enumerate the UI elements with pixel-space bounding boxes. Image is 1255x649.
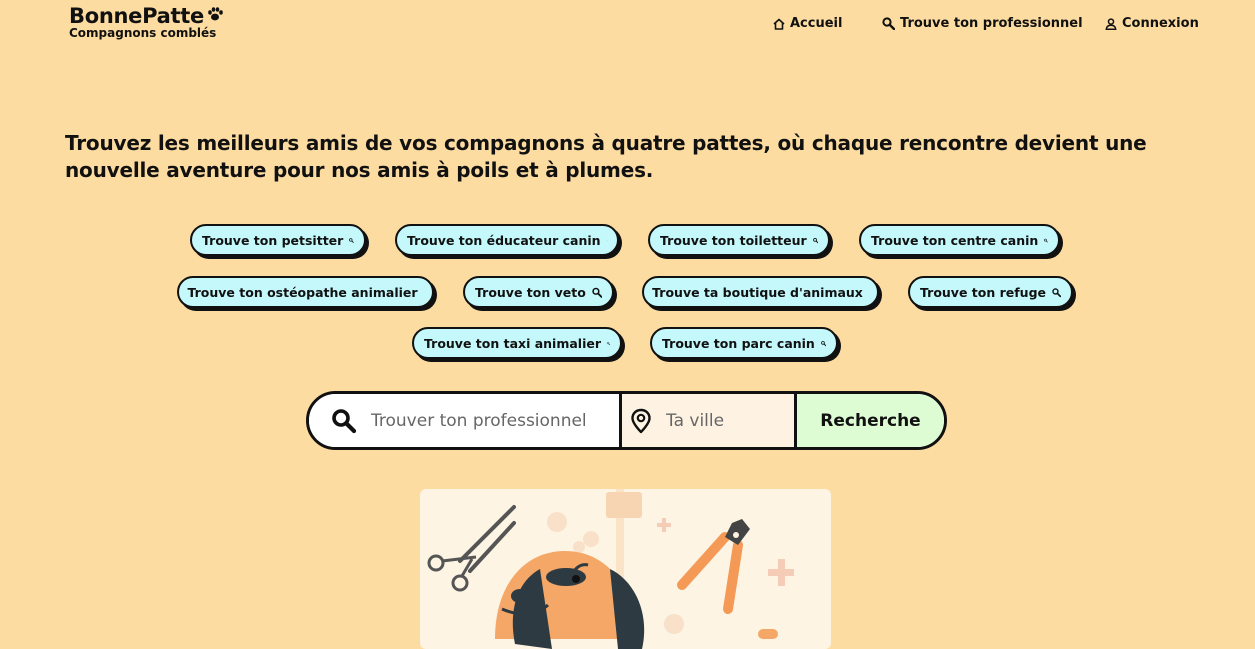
category-label: Trouve ta boutique d'animaux	[652, 285, 863, 300]
category-label: Trouve ton centre canin	[871, 233, 1038, 248]
search-icon	[607, 337, 610, 350]
search-icon	[592, 286, 602, 299]
category-pill-veto[interactable]: Trouve ton veto	[463, 276, 614, 308]
category-label: Trouve ton parc canin	[662, 336, 815, 351]
category-pill-osteopathe[interactable]: Trouve ton ostéopathe animalier	[177, 276, 434, 308]
search-icon	[349, 234, 354, 247]
city-field[interactable]	[622, 394, 797, 447]
location-pin-icon	[630, 408, 652, 434]
hero-headline: Trouvez les meilleurs amis de vos compag…	[65, 130, 1165, 184]
user-icon	[1105, 18, 1117, 30]
nav-find-professional[interactable]: Trouve ton professionnel	[882, 16, 1083, 31]
nav-login-label: Connexion	[1122, 16, 1199, 31]
city-input[interactable]	[664, 410, 794, 432]
nav-home[interactable]: Accueil	[773, 16, 842, 31]
category-pill-centre-canin[interactable]: Trouve ton centre canin	[859, 224, 1060, 256]
category-pill-boutique[interactable]: Trouve ta boutique d'animaux	[642, 276, 879, 308]
nav-home-label: Accueil	[790, 16, 842, 31]
category-pill-taxi[interactable]: Trouve ton taxi animalier	[412, 327, 622, 359]
category-label: Trouve ton taxi animalier	[424, 336, 601, 351]
category-pill-toiletteur[interactable]: Trouve ton toiletteur	[648, 224, 830, 256]
category-pill-parc-canin[interactable]: Trouve ton parc canin	[650, 327, 838, 359]
search-icon	[821, 337, 826, 350]
category-label: Trouve ton petsitter	[202, 233, 343, 248]
search-icon	[1044, 234, 1048, 247]
category-label: Trouve ton refuge	[920, 285, 1046, 300]
category-label: Trouve ton toiletteur	[660, 233, 807, 248]
category-label: Trouve ton éducateur canin	[407, 233, 601, 248]
category-pill-refuge[interactable]: Trouve ton refuge	[908, 276, 1073, 308]
search-submit-button[interactable]: Recherche	[797, 394, 944, 447]
category-label: Trouve ton ostéopathe animalier	[187, 285, 417, 300]
category-pill-educateur[interactable]: Trouve ton éducateur canin	[395, 224, 619, 256]
search-icon	[813, 234, 818, 247]
search-icon	[331, 408, 357, 434]
grooming-illustration-art	[420, 489, 831, 649]
nav-find-label: Trouve ton professionnel	[900, 16, 1083, 31]
home-icon	[773, 18, 785, 30]
category-pill-petsitter[interactable]: Trouve ton petsitter	[190, 224, 366, 256]
grooming-illustration	[420, 489, 831, 649]
professional-search-input[interactable]	[369, 410, 619, 432]
category-label: Trouve ton veto	[475, 285, 586, 300]
nav-login[interactable]: Connexion	[1105, 16, 1199, 31]
search-bar: Recherche	[306, 391, 947, 450]
main-nav: Accueil Trouve ton professionnel Connexi…	[0, 16, 1255, 36]
search-icon	[1052, 286, 1061, 299]
professional-search-field[interactable]	[309, 394, 622, 447]
search-icon	[882, 17, 895, 30]
